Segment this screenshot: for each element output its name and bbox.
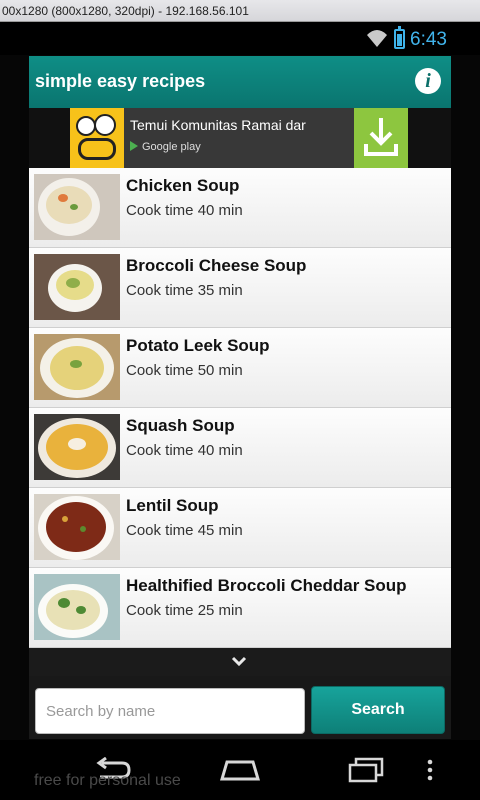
recipe-name: Chicken Soup (126, 176, 240, 195)
recipe-name: Lentil Soup (126, 496, 219, 515)
recipe-row[interactable]: Lentil Soup Cook time 45 min (29, 488, 451, 568)
recipe-row[interactable]: Potato Leek Soup Cook time 50 min (29, 328, 451, 408)
chicken-soup-photo (34, 174, 120, 240)
search-area: Search (29, 676, 451, 739)
recipe-cook-time: Cook time 35 min (126, 282, 243, 299)
app-window: simple easy recipes i Temui Komunitas Ra… (29, 56, 451, 739)
recents-icon[interactable] (348, 757, 384, 783)
recipe-row[interactable]: Chicken Soup Cook time 40 min (29, 168, 451, 248)
app-bar: simple easy recipes i (29, 56, 451, 108)
potato-leek-soup-photo (34, 334, 120, 400)
beetalk-logo-icon (70, 108, 124, 168)
recipe-row[interactable]: Broccoli Cheese Soup Cook time 35 min (29, 248, 451, 328)
recipe-name: Broccoli Cheese Soup (126, 256, 307, 275)
recipe-name: Squash Soup (126, 416, 235, 435)
google-play-badge: Google play (130, 141, 201, 153)
load-more-bar[interactable] (29, 648, 451, 676)
app-title: simple easy recipes (35, 71, 206, 91)
ad-banner[interactable]: Temui Komunitas Ramai dar Google play (70, 108, 408, 168)
ad-text: Temui Komunitas Ramai dar (130, 117, 306, 133)
broccoli-cheese-soup-photo (34, 254, 120, 320)
status-bar (0, 22, 480, 55)
search-button[interactable]: Search (311, 686, 445, 734)
broccoli-cheddar-soup-photo (34, 574, 120, 640)
recipe-cook-time: Cook time 25 min (126, 602, 243, 619)
recipe-row[interactable]: Healthified Broccoli Cheddar Soup Cook t… (29, 568, 451, 648)
recipe-name: Potato Leek Soup (126, 336, 270, 355)
home-icon[interactable] (219, 757, 261, 783)
recipe-cook-time: Cook time 40 min (126, 202, 243, 219)
recipe-cook-time: Cook time 45 min (126, 522, 243, 539)
status-time: 6:43 (410, 29, 447, 50)
recipe-cook-time: Cook time 50 min (126, 362, 243, 379)
play-store-icon (130, 141, 138, 151)
chevron-down-icon[interactable] (230, 654, 248, 668)
download-icon[interactable] (354, 108, 408, 168)
recipe-row[interactable]: Squash Soup Cook time 40 min (29, 408, 451, 488)
recipe-cook-time: Cook time 40 min (126, 442, 243, 459)
lentil-soup-photo (34, 494, 120, 560)
battery-icon (394, 26, 405, 49)
search-input[interactable] (35, 688, 305, 734)
wifi-icon (367, 30, 387, 47)
emulator-title-bar: 00x1280 (800x1280, 320dpi) - 192.168.56.… (0, 0, 480, 22)
overflow-menu-icon[interactable] (426, 757, 434, 783)
squash-soup-photo (34, 414, 120, 480)
recipe-list[interactable]: Chicken Soup Cook time 40 min Broccoli C… (29, 168, 451, 648)
watermark-text: free for personal use (34, 772, 181, 789)
info-icon[interactable]: i (415, 68, 441, 94)
recipe-name: Healthified Broccoli Cheddar Soup (126, 576, 407, 595)
